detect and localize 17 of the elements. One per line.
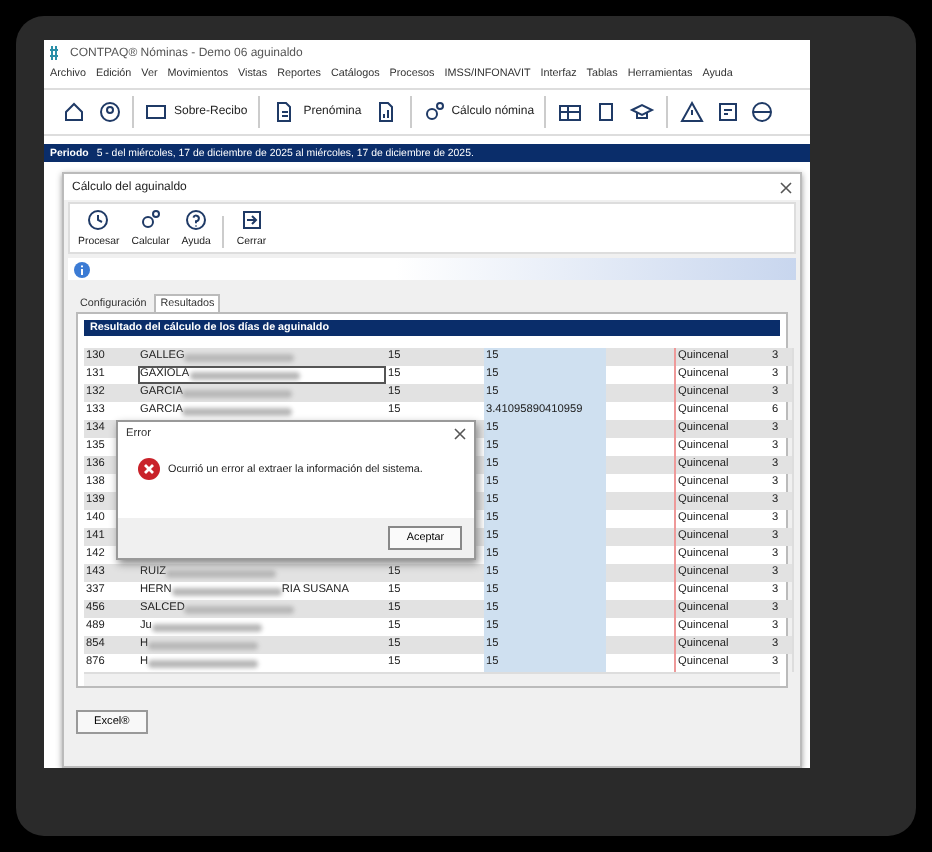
clock-icon[interactable] [86, 208, 111, 232]
horizontal-scrollbar[interactable] [84, 672, 780, 686]
home-icon[interactable] [60, 100, 88, 124]
help-icon[interactable] [184, 208, 209, 232]
close-icon[interactable] [454, 428, 466, 440]
card-icon[interactable] [144, 100, 168, 124]
exit-icon[interactable] [239, 208, 264, 232]
graduation-cap-icon[interactable] [628, 100, 657, 124]
error-icon [138, 458, 160, 480]
gears-icon[interactable] [138, 208, 163, 232]
table-icon[interactable] [556, 100, 585, 124]
info-icon [74, 261, 90, 277]
form-icon[interactable] [716, 100, 741, 124]
app-logo-icon [50, 46, 64, 60]
gears-icon[interactable] [421, 100, 446, 124]
warning-icon[interactable] [678, 100, 707, 124]
close-icon[interactable] [780, 181, 792, 193]
